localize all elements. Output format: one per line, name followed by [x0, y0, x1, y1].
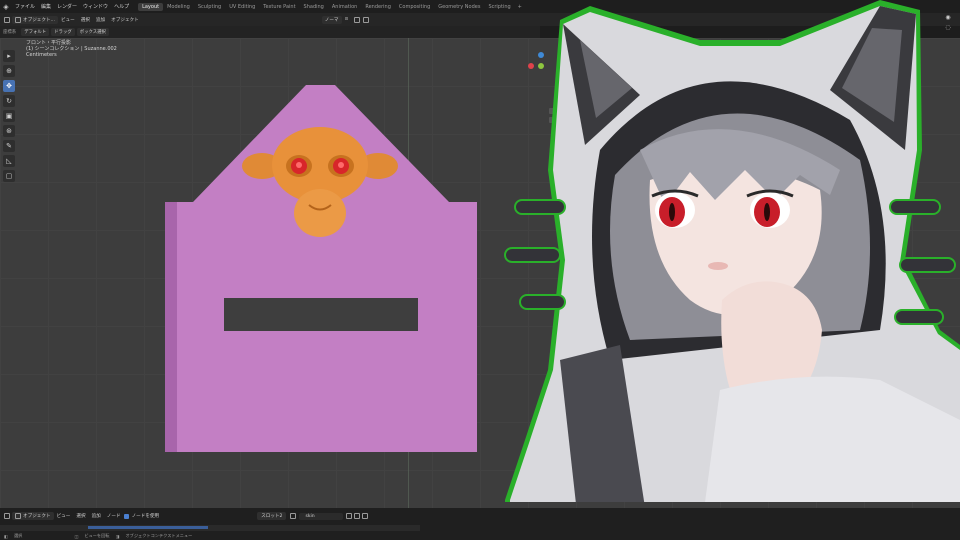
select-tool-icon[interactable]: ▸: [3, 50, 15, 62]
node-editor-strip: [0, 525, 420, 531]
bottom-menu-select[interactable]: 選択: [73, 513, 88, 519]
scene-svg: [165, 0, 960, 502]
collection-eye-icon[interactable]: ◉: [945, 14, 950, 21]
status-rotate: ビューを回転: [84, 533, 110, 538]
material-user-icon[interactable]: [346, 513, 353, 519]
editor-type-icon-bottom[interactable]: [4, 513, 10, 519]
material-unlink-icon[interactable]: [362, 513, 369, 519]
add-cube-tool-icon[interactable]: ▢: [3, 170, 15, 182]
visibility-icon[interactable]: ◌: [945, 24, 950, 31]
right-header-icons: ◉ ◌: [936, 14, 960, 31]
mouse-left-icon: ◧: [4, 533, 8, 539]
viewport-info: フロント・平行投影 (1) シーンコレクション | Suzanne.002 Ce…: [26, 40, 117, 59]
bottom-mode-label: オブジェクト: [23, 514, 51, 519]
selected-node-band: [88, 526, 208, 529]
material-browse-icon[interactable]: [290, 513, 297, 519]
scale-tool-icon[interactable]: ▣: [3, 110, 15, 122]
navigation-gizmo[interactable]: [528, 52, 555, 123]
mouse-middle-icon: ◫: [74, 533, 79, 539]
mesh-side-shade: [165, 202, 177, 452]
annotate-tool-icon[interactable]: ✎: [3, 140, 15, 152]
move-tool-icon[interactable]: ✥: [3, 80, 15, 92]
object-icon-bottom: [15, 513, 21, 519]
mesh-slot-hole: [224, 298, 418, 331]
bottom-menu-view[interactable]: ビュー: [54, 513, 74, 519]
toolbar-left: ▸ ⊕ ✥ ↻ ▣ ⊛ ✎ ◺ ▢: [3, 50, 17, 182]
use-nodes-label: ノードを使用: [131, 514, 160, 519]
bottom-menu-add[interactable]: 追加: [89, 513, 104, 519]
material-name-field[interactable]: skin: [299, 512, 344, 520]
status-select: 選択: [13, 533, 23, 538]
vtuber-avatar: [504, 0, 960, 502]
transform-tool-icon[interactable]: ⊛: [3, 125, 15, 137]
shader-editor-header: オブジェクト ビュー 選択 追加 ノード ノードを使用 スロット2 skin ◧…: [0, 508, 960, 540]
mouse-right-icon: ◨: [115, 533, 120, 539]
status-bar: ◧ 選択 ◫ ビューを回転 ◨ オブジェクトコンテクストメニュー: [0, 532, 960, 540]
status-context-menu: オブジェクトコンテクストメニュー: [125, 533, 193, 538]
bottom-menu-node[interactable]: ノード: [104, 513, 124, 519]
units-info: Centimeters: [26, 52, 57, 59]
material-copy-icon[interactable]: [354, 513, 361, 519]
bottom-mode-dropdown[interactable]: オブジェクト: [12, 512, 54, 520]
rotate-tool-icon[interactable]: ↻: [3, 95, 15, 107]
slot-dropdown[interactable]: スロット2: [257, 512, 287, 520]
cursor-tool-icon[interactable]: ⊕: [3, 65, 15, 77]
measure-tool-icon[interactable]: ◺: [3, 155, 15, 167]
shader-header-row: オブジェクト ビュー 選択 追加 ノード ノードを使用 スロット2 skin: [0, 510, 960, 522]
